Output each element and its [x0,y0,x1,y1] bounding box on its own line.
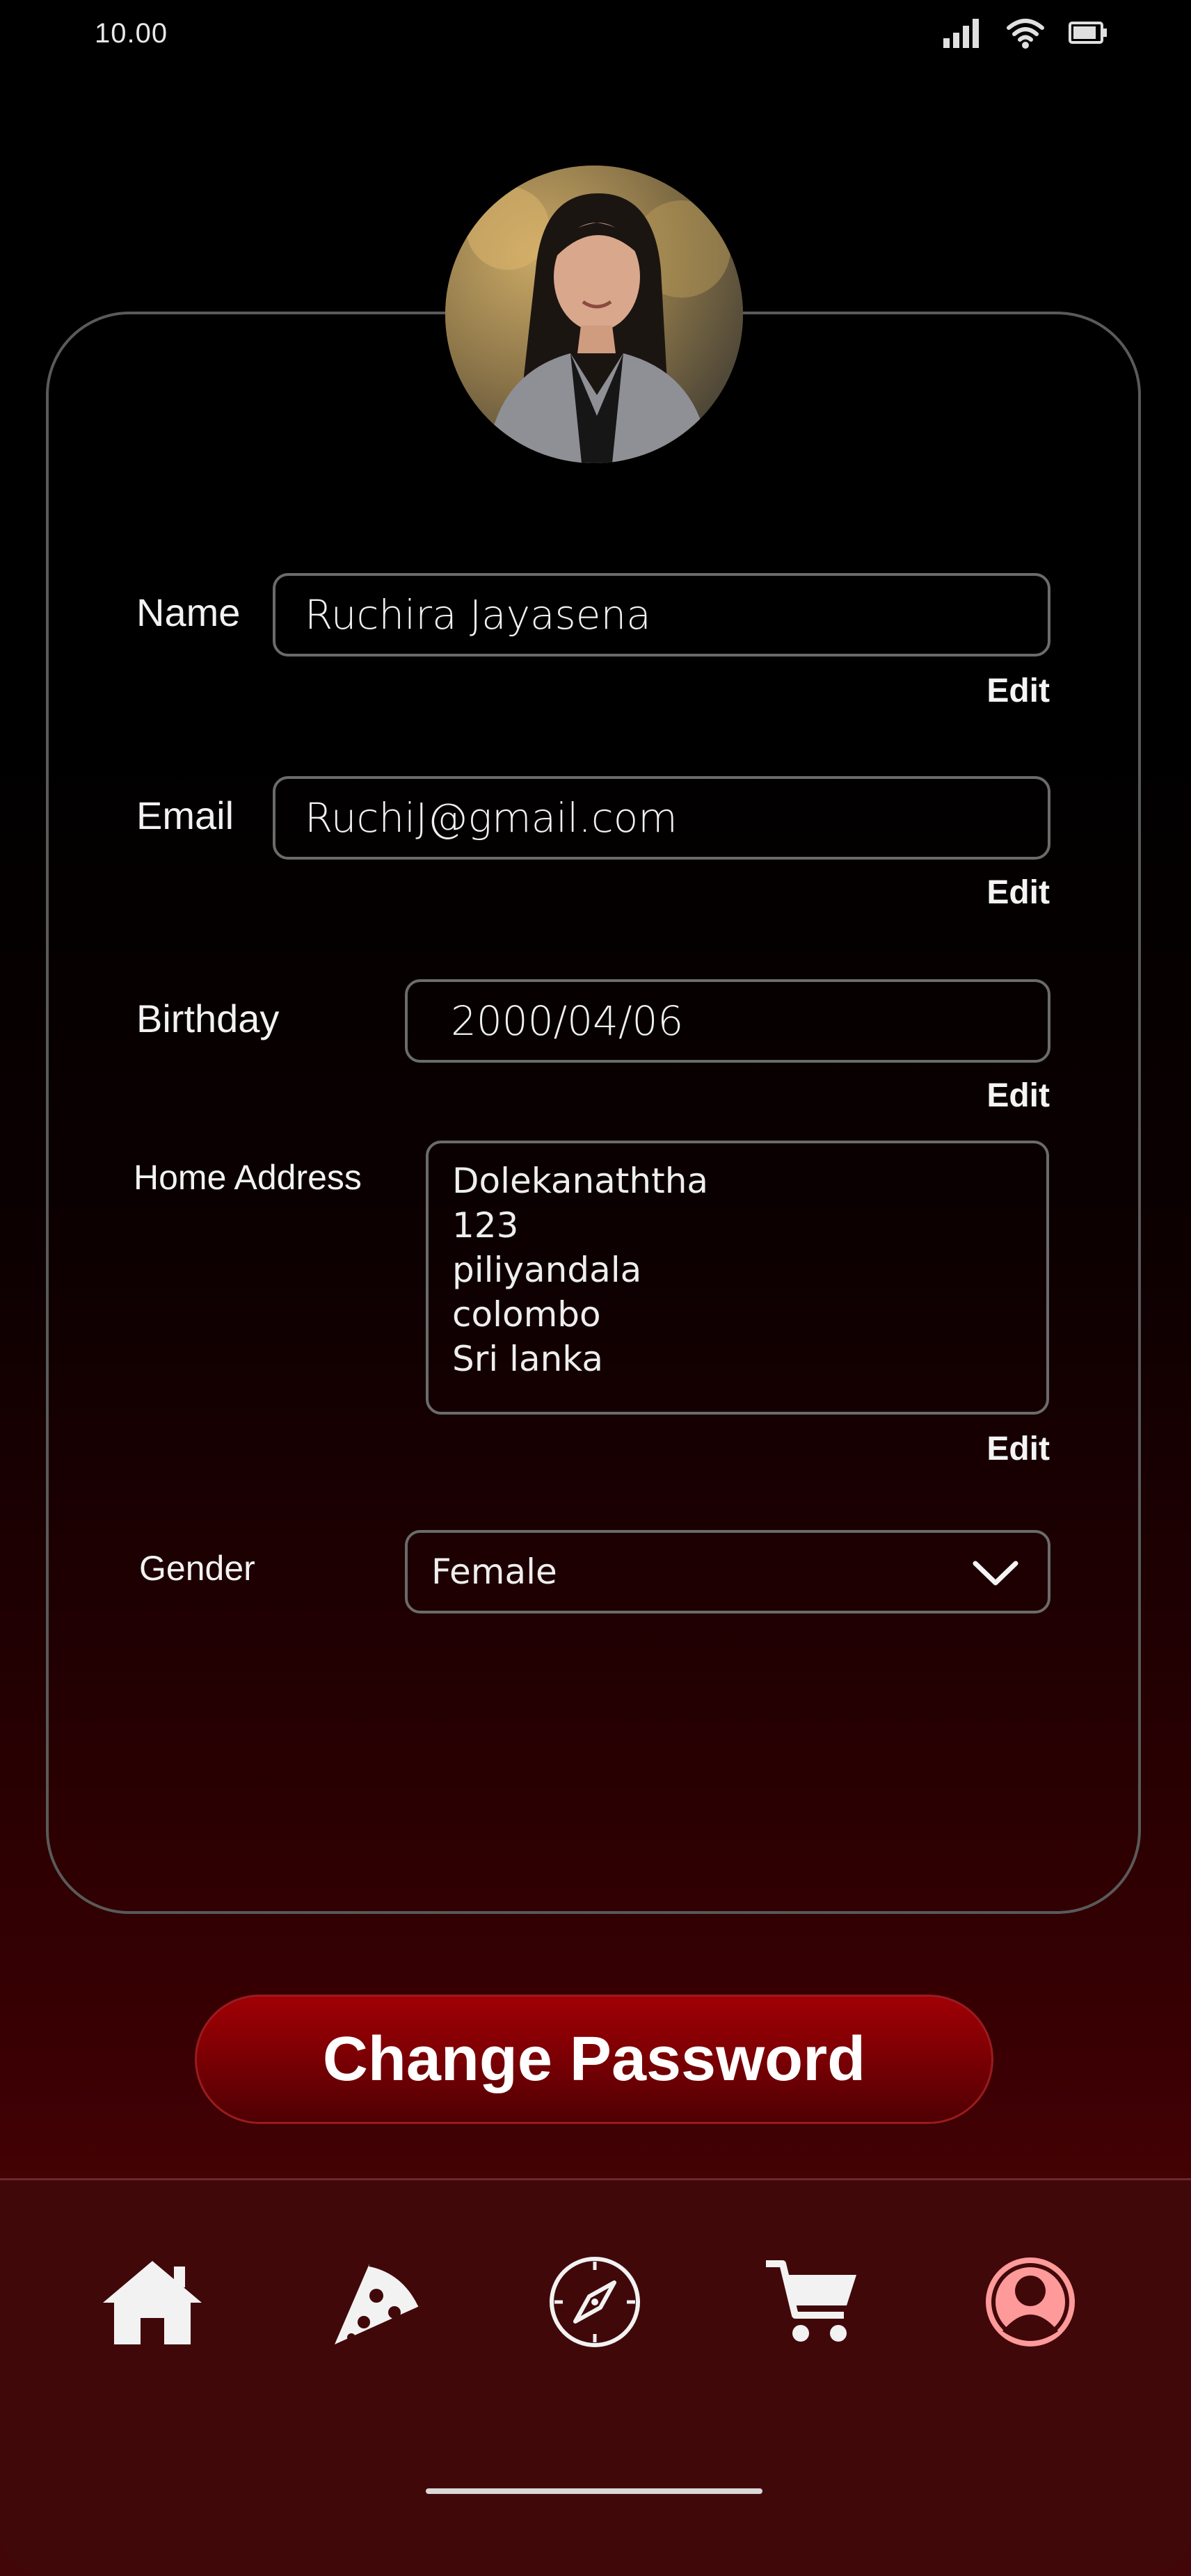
status-time: 10.00 [95,18,168,49]
address-line: Dolekanaththa [452,1161,709,1201]
email-field[interactable]: RuchiJ@gmail.com [273,776,1050,860]
home-indicator[interactable] [426,2488,762,2494]
address-line: Sri lanka [452,1339,604,1379]
edit-birthday-button[interactable]: Edit [986,1077,1050,1115]
pizza-icon [335,2261,424,2344]
birthday-label: Birthday [136,997,280,1040]
gender-select[interactable]: Female [405,1530,1050,1613]
edit-name-button[interactable]: Edit [986,672,1050,710]
birthday-field[interactable]: 2000/04/06 [405,979,1050,1063]
home-address-field[interactable]: Dolekanaththa 123 piliyandala colombo Sr… [426,1141,1049,1415]
nav-explore[interactable] [543,2250,647,2354]
bottom-nav [0,2178,1191,2576]
edit-email-button[interactable]: Edit [986,874,1050,912]
profile-avatar[interactable] [445,166,743,463]
nav-cart[interactable] [760,2250,864,2354]
email-label: Email [136,794,234,837]
home-address-label: Home Address [134,1158,362,1197]
chevron-down-icon [973,1561,1018,1586]
status-icons [943,17,1108,49]
battery-icon [1069,22,1107,44]
nav-home[interactable] [100,2250,205,2354]
home-icon [103,2261,202,2344]
name-label: Name [136,590,241,634]
profile-screen: 10.00 Name Ruchira Jayasena Edit Email R… [0,0,1191,2576]
address-line: 123 [452,1205,519,1246]
cart-icon [766,2260,856,2342]
edit-address-button[interactable]: Edit [986,1430,1050,1468]
address-line: colombo [452,1294,601,1335]
nav-food[interactable] [324,2250,429,2354]
signal-icon [943,19,979,48]
nav-profile[interactable] [978,2250,1082,2354]
profile-card [46,312,1141,1914]
name-field[interactable]: Ruchira Jayasena [273,573,1050,657]
profile-icon [986,2257,1075,2346]
address-line: piliyandala [452,1250,642,1290]
avatar-photo-icon [445,166,743,463]
compass-icon [550,2257,640,2347]
wifi-icon [1007,19,1044,49]
change-password-button[interactable]: Change Password [195,1995,993,2124]
gender-value: Female [431,1552,557,1592]
gender-label: Gender [139,1549,255,1588]
